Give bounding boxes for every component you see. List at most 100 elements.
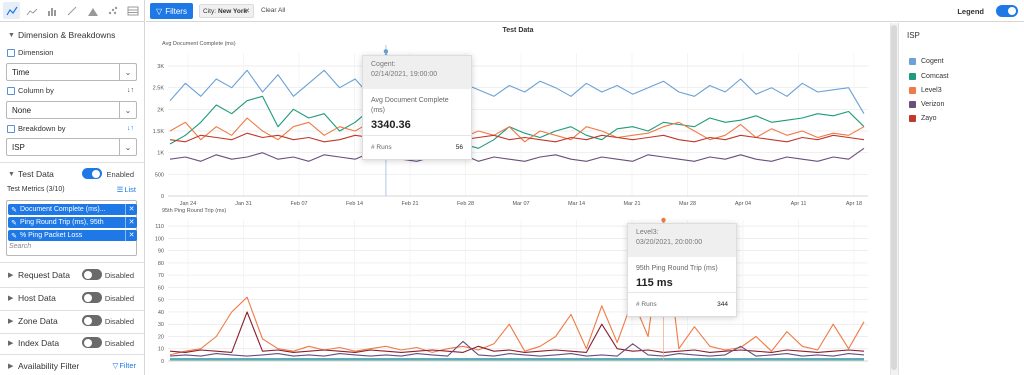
legend-swatch [909, 101, 916, 108]
legend-item-cogent[interactable]: Cogent [909, 58, 944, 65]
remove-icon[interactable]: ✕ [125, 217, 137, 228]
test-data-status: Enabled [106, 170, 134, 179]
clear-all-link[interactable]: Clear All [261, 7, 285, 14]
tooltip-series: Cogent: [371, 61, 396, 68]
x-tick-label: Mar 14 [568, 201, 585, 207]
sort-icon[interactable]: ↓↑ [127, 87, 134, 94]
tooltip-top: Cogent: 02/14/2021, 19:00:00 Avg Documen… [362, 55, 472, 160]
remove-icon[interactable]: ✕ [125, 204, 137, 215]
metric-chip[interactable]: ✎ % Ping Packet Loss ✕ [8, 230, 137, 241]
section-status: Disabled [104, 294, 134, 303]
y-tick-label: 100 [155, 236, 164, 242]
metric-search-input[interactable]: Search [9, 243, 31, 250]
x-tick-label: Jan 24 [180, 201, 197, 207]
legend-item-zayo[interactable]: Zayo [909, 115, 937, 122]
index-data-toggle[interactable] [82, 337, 102, 348]
section-status: Disabled [104, 339, 134, 348]
sort-icon[interactable]: ↓↑ [127, 125, 134, 132]
legend-label: Zayo [921, 115, 937, 122]
funnel-icon: ▽ [156, 6, 163, 16]
y-tick-label: 110 [155, 224, 164, 230]
funnel-icon: ▽ [112, 361, 119, 370]
legend-item-comcast[interactable]: Comcast [909, 73, 949, 80]
pencil-icon[interactable]: ✎ [8, 206, 20, 214]
tooltip-datetime: 03/20/2021, 20:00:00 [636, 239, 703, 246]
list-icon: ☰ [116, 185, 124, 194]
chevron-down-icon: ⌄ [119, 102, 136, 118]
chevron-down-icon: ▼ [8, 31, 15, 39]
tooltip-value: 3340.36 [371, 119, 411, 131]
y-tick-label: 500 [155, 172, 164, 178]
host-data-toggle[interactable] [82, 292, 102, 303]
y-tick-label: 70 [158, 273, 164, 279]
breakdown-select[interactable]: ISP ⌄ [6, 138, 137, 156]
remove-icon[interactable]: ✕ [125, 230, 137, 241]
x-tick-label: Feb 07 [290, 201, 307, 207]
chevron-right-icon: ▶ [8, 295, 14, 302]
scatter-chart-icon[interactable] [104, 2, 121, 19]
legend-label: Cogent [921, 58, 944, 65]
series-line-verizon [169, 147, 865, 162]
metric-chip-label: % Ping Packet Loss [20, 232, 83, 239]
availability-filter-link[interactable]: ▽ Filter [113, 361, 136, 370]
chevron-right-icon: ▶ [8, 318, 14, 325]
filters-button[interactable]: ▽ Filters [150, 3, 193, 19]
dimension-label-text: Dimension [18, 48, 54, 57]
metric-chip[interactable]: ✎ Document Complete (ms)... ✕ [8, 204, 137, 215]
test-data-toggle[interactable] [82, 168, 102, 179]
trend-chart-icon[interactable] [64, 2, 81, 19]
y-tick-label: 90 [158, 249, 164, 255]
chevron-down-icon: ▼ [8, 170, 15, 178]
mountain-chart-icon[interactable] [84, 2, 101, 19]
list-link[interactable]: ☰ List [117, 185, 136, 194]
y-tick-label: 30 [158, 322, 164, 328]
chevron-right-icon: ▶ [8, 340, 14, 347]
legend-panel: ISP Cogent Comcast Level3 Verizon Zayo [898, 23, 1024, 375]
hover-point [383, 49, 389, 54]
divider [0, 310, 144, 311]
metric-chip[interactable]: ✎ Ping Round Trip (ms), 95th ✕ [8, 217, 137, 228]
dimension-section-header[interactable]: ▼ Dimension & Breakdowns [0, 27, 144, 43]
x-tick-label: Apr 04 [735, 201, 751, 207]
area-chart-icon[interactable] [23, 2, 40, 19]
city-chip-value: New York [218, 7, 248, 15]
y-tick-label: 1K [157, 151, 164, 157]
column-by-select-value: None [12, 105, 32, 115]
request-data-toggle[interactable] [82, 269, 102, 280]
tooltip-metric: Avg Document Complete (ms) [371, 97, 449, 114]
legend-item-verizon[interactable]: Verizon [909, 101, 944, 108]
legend-toggle[interactable] [996, 5, 1018, 17]
chart-scrollbar-thumb[interactable] [891, 25, 897, 370]
series-line-cogent [169, 52, 865, 114]
line-chart-icon[interactable] [3, 2, 21, 19]
toggle-knob [84, 316, 92, 325]
section-title: Availability Filter [18, 361, 80, 371]
test-data-title: Test Data [18, 169, 54, 179]
bar-chart-icon[interactable] [44, 2, 61, 19]
column-by-select[interactable]: None ⌄ [6, 101, 137, 119]
dimension-select[interactable]: Time ⌄ [6, 63, 137, 81]
tooltip-metric: 95th Ping Round Trip (ms) [636, 265, 718, 272]
city-chip-key: City: [203, 7, 216, 15]
divider [0, 354, 144, 355]
pencil-icon[interactable]: ✎ [8, 219, 20, 227]
close-icon[interactable]: ✕ [244, 7, 250, 15]
dimension-select-value: Time [12, 67, 30, 77]
city-filter-chip[interactable]: City: New York ✕ [199, 4, 254, 18]
toggle-knob [1008, 7, 1016, 15]
divider [0, 162, 144, 163]
series-line-comcast [169, 95, 865, 149]
table-icon[interactable] [125, 2, 142, 19]
test-metrics-label: Test Metrics (3/10) [7, 186, 65, 193]
section-title: Index Data [18, 338, 60, 348]
dimension-section-title: Dimension & Breakdowns [18, 30, 116, 40]
sidebar: ▼ Dimension & Breakdowns Dimension Time … [0, 0, 145, 375]
toggle-knob [84, 293, 92, 302]
y-tick-label: 1.5K [153, 129, 165, 135]
column-by-label-text: Column by [18, 86, 54, 95]
legend-swatch [909, 87, 916, 94]
pencil-icon[interactable]: ✎ [8, 232, 20, 240]
legend-item-level3[interactable]: Level3 [909, 87, 942, 94]
section-title: Zone Data [18, 316, 58, 326]
zone-data-toggle[interactable] [82, 315, 102, 326]
